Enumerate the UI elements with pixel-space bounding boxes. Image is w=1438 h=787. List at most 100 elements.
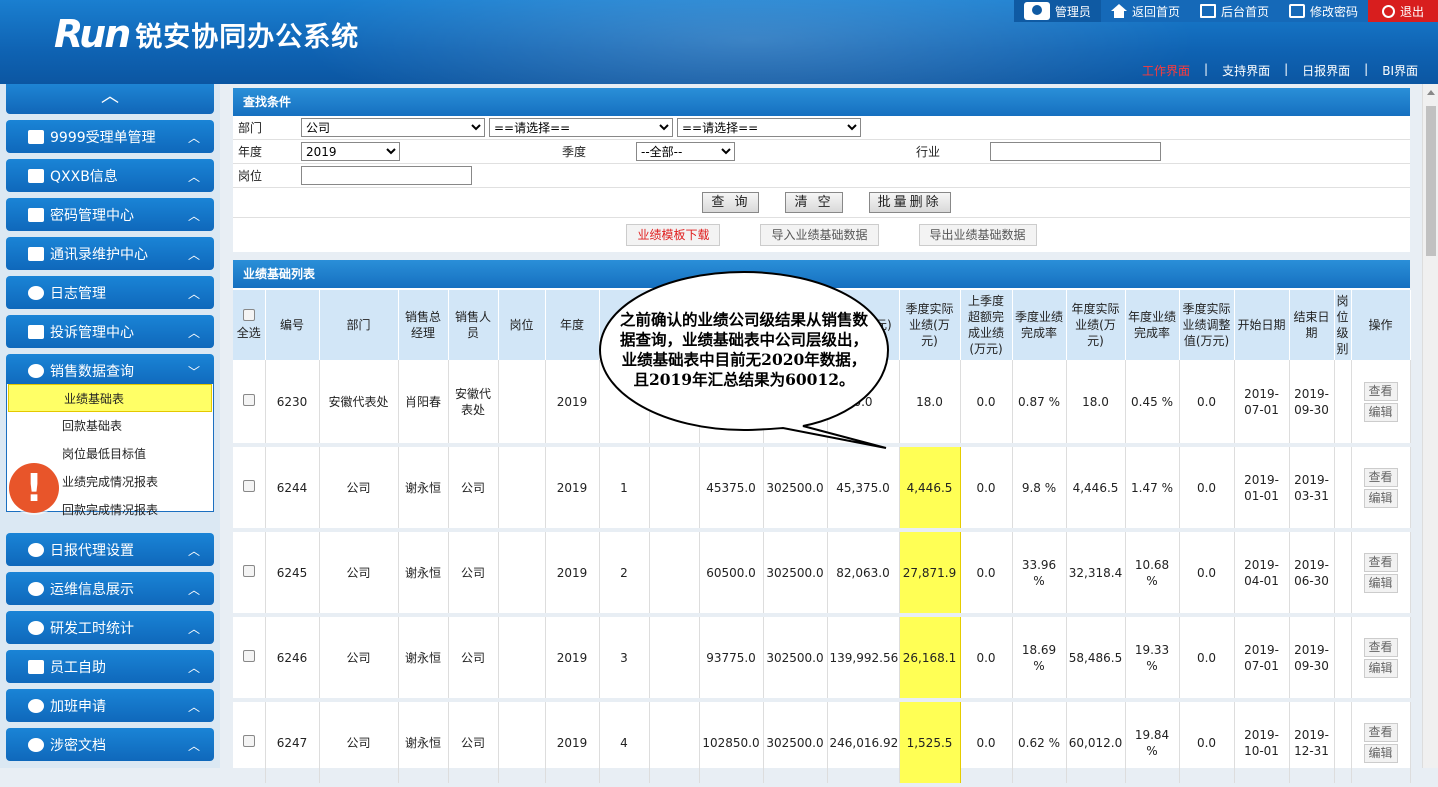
post-input[interactable] [301, 166, 472, 185]
dept-select[interactable]: 公司 [301, 118, 485, 137]
menu-rd-hours[interactable]: 研发工时统计 ︿ [6, 611, 214, 644]
table-cell: 0.0 [960, 700, 1013, 787]
view-button[interactable]: 查看 [1363, 381, 1398, 401]
change-password-button[interactable]: 修改密码 [1278, 0, 1368, 22]
select-all-checkbox[interactable] [242, 309, 255, 321]
view-button[interactable]: 查看 [1363, 552, 1398, 572]
edit-button[interactable]: 编辑 [1363, 743, 1398, 763]
menu-label: 运维信息展示 [50, 581, 134, 598]
batch-delete-button[interactable]: 批量删除 [868, 192, 951, 213]
quarter-select[interactable]: --全部-- [636, 142, 735, 161]
menu-label: 研发工时统计 [50, 620, 134, 637]
table-cell [1334, 700, 1352, 787]
nav-daily[interactable]: 日报界面 [1288, 62, 1364, 79]
dept-label: 部门 [238, 121, 263, 135]
menu-9999[interactable]: 9999受理单管理 ︿ [6, 120, 214, 153]
sidebar-scroll-up[interactable]: ︿ [6, 84, 214, 114]
table-cell [649, 615, 700, 702]
export-button[interactable]: 导出业绩基础数据 [918, 224, 1037, 246]
list-icon [28, 246, 44, 261]
table-cell [498, 530, 546, 617]
row-checkbox[interactable] [242, 734, 255, 747]
backend-button[interactable]: 后台首页 [1189, 0, 1279, 22]
th-actions: 操作 [1351, 290, 1411, 360]
table-cell: 18.0 [899, 360, 961, 447]
message-icon [28, 168, 44, 183]
menu-overtime[interactable]: 加班申请 ︿ [6, 689, 214, 722]
template-download-button[interactable]: 业绩模板下载 [626, 224, 721, 246]
year-select[interactable]: 2019 [301, 142, 400, 161]
table-cell: 45,375.0 [827, 445, 900, 532]
top-toolbar: 管理员 返回首页 后台首页 修改密码 退出 [1013, 0, 1438, 22]
chevron-up-icon: ︿ [187, 131, 200, 145]
table-cell: 2 [599, 530, 650, 617]
menu-qxxb[interactable]: QXXB信息 ︿ [6, 159, 214, 192]
clear-button[interactable]: 清 空 [785, 192, 843, 213]
menu-daily-agent[interactable]: 日报代理设置 ︿ [6, 533, 214, 566]
scroll-thumb[interactable] [1426, 106, 1436, 256]
th-dept: 部门 [319, 290, 399, 360]
menu-label: 员工自助 [50, 659, 106, 676]
menu-classified-docs[interactable]: 涉密文档 ︿ [6, 728, 214, 761]
nav-work[interactable]: 工作界面 [1128, 62, 1204, 79]
chevron-up-icon: ︿ [187, 700, 200, 714]
admin-button[interactable]: 管理员 [1013, 0, 1101, 22]
cell-checkbox[interactable] [233, 700, 266, 787]
edit-button[interactable]: 编辑 [1363, 573, 1398, 593]
menu-complaint[interactable]: 投诉管理中心 ︿ [6, 315, 214, 348]
edit-button[interactable]: 编辑 [1363, 488, 1398, 508]
import-button[interactable]: 导入业绩基础数据 [760, 224, 879, 246]
table-cell: 26,168.1 [898, 615, 961, 702]
table-cell [498, 615, 546, 702]
menu-password-center[interactable]: 密码管理中心 ︿ [6, 198, 214, 231]
alert-icon: ! [9, 463, 59, 513]
table-cell: 102850.0 [699, 700, 764, 787]
th-select-all[interactable]: 全选 [233, 290, 266, 360]
menu-sales-query[interactable]: 销售数据查询 ﹀ [6, 354, 214, 387]
submenu-performance-base[interactable]: 业绩基础表 [8, 384, 212, 412]
nav-bi[interactable]: BI界面 [1368, 62, 1432, 79]
menu-self-service[interactable]: 员工自助 ︿ [6, 650, 214, 683]
table-cell: 安徽代表处 [319, 360, 399, 447]
edit-button[interactable]: 编辑 [1363, 402, 1398, 422]
query-button[interactable]: 查 询 [702, 192, 760, 213]
cell-checkbox[interactable] [233, 445, 266, 532]
nav-support[interactable]: 支持界面 [1208, 62, 1284, 79]
dept-level3-select[interactable]: ==请选择== [677, 118, 861, 137]
exit-button[interactable]: 退出 [1367, 0, 1438, 22]
vertical-scrollbar[interactable] [1422, 84, 1438, 768]
table-cell: 2019 [545, 530, 600, 617]
clock-icon [28, 542, 44, 557]
cell-checkbox[interactable] [233, 360, 266, 447]
table-cell: 谢永恒 [398, 700, 449, 787]
lock-icon [28, 207, 44, 222]
row-checkbox[interactable] [242, 649, 255, 662]
dept-level2-select[interactable]: ==请选择== [489, 118, 673, 137]
edit-button[interactable]: 编辑 [1363, 658, 1398, 678]
search-section-title: 查找条件 [233, 88, 1410, 116]
chevron-up-icon: ︿ [187, 583, 200, 597]
table-cell: 0.45 % [1125, 360, 1180, 447]
cell-checkbox[interactable] [233, 615, 266, 702]
view-button[interactable]: 查看 [1363, 467, 1398, 487]
view-button[interactable]: 查看 [1363, 722, 1398, 742]
industry-input[interactable] [990, 142, 1161, 161]
table-cell: 0.0 [1179, 530, 1235, 617]
menu-address-book[interactable]: 通讯录维护中心 ︿ [6, 237, 214, 270]
table-cell [498, 360, 546, 447]
submenu-payment-base[interactable]: 回款基础表 [7, 412, 213, 440]
row-checkbox[interactable] [242, 393, 255, 406]
table-cell: 2019-01-01 [1234, 445, 1290, 532]
row-checkbox[interactable] [242, 564, 255, 577]
cell-actions: 查看 编辑 [1351, 700, 1411, 787]
sidebar: ︿ 9999受理单管理 ︿ QXXB信息 ︿ 密码管理中心 ︿ 通讯录维护中心 ︿ 日志… [0, 84, 220, 768]
phone-icon [28, 363, 44, 378]
cell-checkbox[interactable] [233, 530, 266, 617]
menu-log[interactable]: 日志管理 ︿ [6, 276, 214, 309]
home-button[interactable]: 返回首页 [1100, 0, 1190, 22]
table-cell: 60500.0 [699, 530, 764, 617]
row-checkbox[interactable] [242, 479, 255, 492]
view-button[interactable]: 查看 [1363, 637, 1398, 657]
table-cell: 公司 [448, 445, 499, 532]
menu-ops-info[interactable]: 运维信息展示 ︿ [6, 572, 214, 605]
